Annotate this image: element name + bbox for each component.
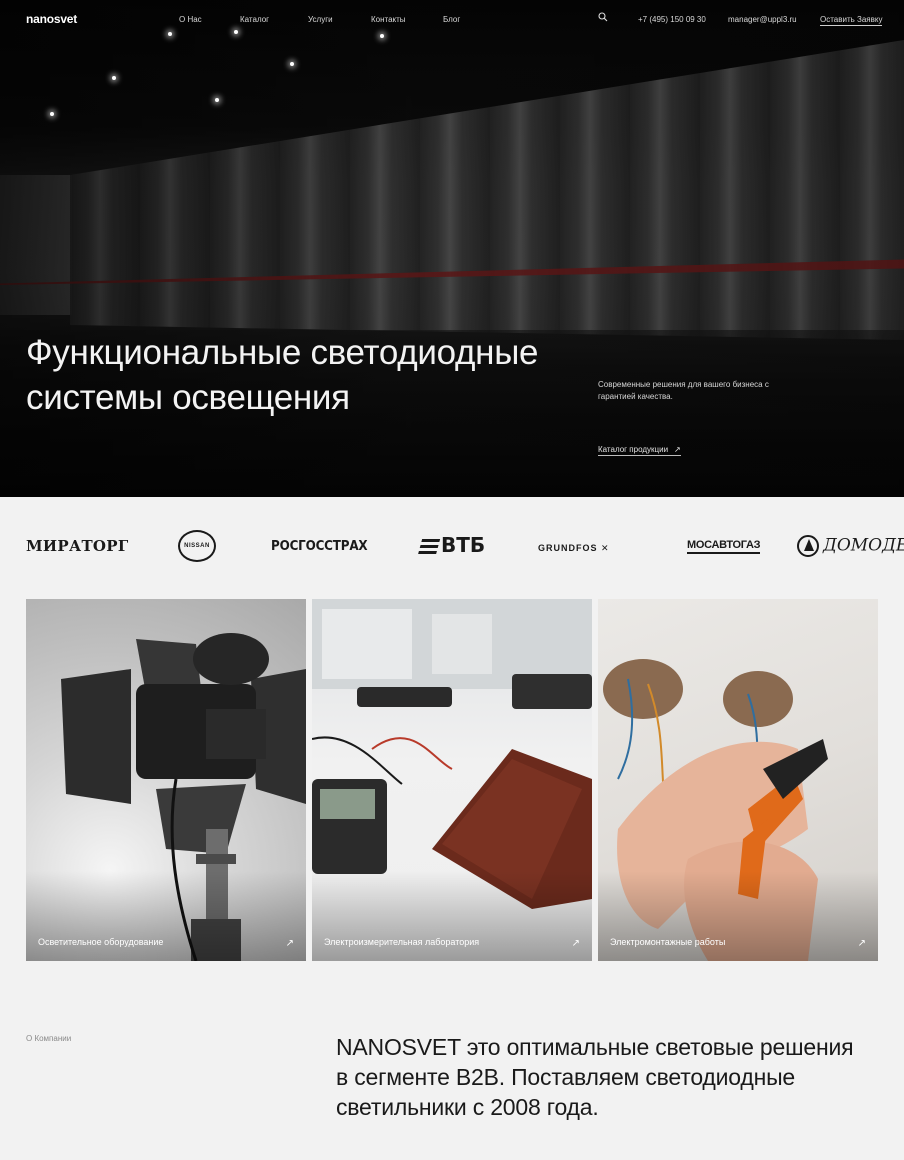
vtb-bars-icon: [417, 538, 441, 555]
service-card-installation[interactable]: Электромонтажные работы ↗: [598, 599, 878, 961]
grundfos-label: GRUNDFOS: [538, 543, 598, 553]
domodedovo-emblem-icon: [797, 535, 819, 557]
hero-subtitle: Современные решения для вашего бизнеса с…: [598, 380, 769, 401]
brand-logo-rosgosstrakh: РОСГОССТРАХ: [271, 539, 368, 554]
nav-item-catalog[interactable]: Каталог: [240, 15, 269, 24]
service-card-laboratory[interactable]: Электроизмерительная лаборатория ↗: [312, 599, 592, 961]
card-label: Электроизмерительная лаборатория: [324, 937, 480, 947]
brand-logo-mosavtogaz: МОСАВТОГАЗ: [687, 539, 761, 554]
nav-item-blog[interactable]: Блог: [443, 15, 460, 24]
request-button[interactable]: Оставить Заявку: [820, 15, 883, 26]
nav-item-contacts[interactable]: Контакты: [371, 15, 406, 24]
ceiling-lamp: [215, 98, 219, 102]
hero-section: nanosvet О Нас Каталог Услуги Контакты Б…: [0, 0, 904, 497]
catalog-link-label: Каталог продукции: [598, 445, 669, 454]
ceiling-lamp: [112, 76, 116, 80]
arrow-up-right-icon: ↗: [674, 445, 681, 454]
brand-logo-vtb: ВТБ: [417, 533, 486, 557]
domodedovo-label: ДОМОДЕДОВО: [823, 535, 904, 556]
service-card-lighting[interactable]: Осветительное оборудование ↗: [26, 599, 306, 961]
brand-logos-strip: МИРАТОРГ NISSAN РОСГОССТРАХ ВТБ GRUNDFOS…: [0, 497, 904, 597]
brand-logo-miratorg: МИРАТОРГ: [26, 537, 129, 555]
brand-logo-nissan: NISSAN: [178, 530, 216, 562]
card-label: Электромонтажные работы: [610, 937, 726, 947]
hero-shade: [0, 0, 904, 497]
top-nav: nanosvet О Нас Каталог Услуги Контакты Б…: [0, 0, 904, 36]
arrow-up-right-icon[interactable]: ↗: [286, 938, 294, 949]
about-text: NANOSVET это оптимальные световые решени…: [336, 1034, 854, 1120]
catalog-link[interactable]: Каталог продукции ↗: [598, 445, 681, 456]
about-label: О Компании: [26, 1034, 72, 1043]
ceiling-lamp: [50, 112, 54, 116]
nav-phone[interactable]: +7 (495) 150 09 30: [638, 15, 706, 24]
site-logo[interactable]: nanosvet: [26, 12, 77, 26]
nav-item-about[interactable]: О Нас: [179, 15, 202, 24]
vtb-label: ВТБ: [441, 533, 486, 557]
hero-title: Функциональные светодиодные системы осве…: [26, 333, 539, 417]
search-icon[interactable]: [598, 12, 608, 22]
arrow-up-right-icon[interactable]: ↗: [572, 938, 580, 949]
brand-logo-grundfos: GRUNDFOS ✕: [538, 543, 610, 553]
brand-logo-domodedovo: ДОМОДЕДОВО: [797, 535, 904, 557]
arrow-up-right-icon[interactable]: ↗: [858, 938, 866, 949]
ceiling-lamp: [290, 62, 294, 66]
card-label: Осветительное оборудование: [38, 937, 164, 947]
nav-email[interactable]: manager@uppl3.ru: [728, 15, 797, 24]
nav-item-services[interactable]: Услуги: [308, 15, 333, 24]
